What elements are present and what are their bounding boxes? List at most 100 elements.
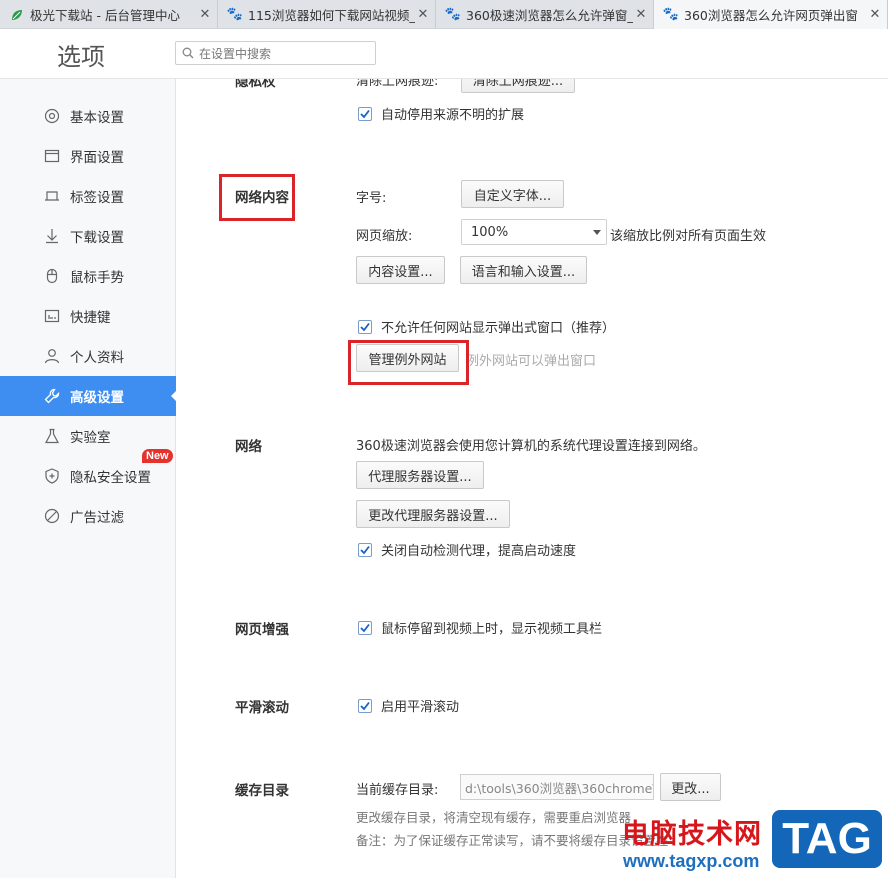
checkbox-label: 不允许任何网站显示弹出式窗口（推荐）: [381, 321, 616, 336]
close-icon[interactable]: ✕: [197, 7, 213, 22]
checkbox-checked-icon: [358, 620, 372, 635]
custom-font-button[interactable]: 自定义字体...: [461, 180, 564, 208]
sidebar-item-label: 基本设置: [70, 110, 124, 126]
user-icon: [43, 347, 61, 365]
clear-traces-label: 清除上网痕迹:: [356, 79, 439, 89]
tab-title: 360极速浏览器怎么允许弹窗_: [466, 8, 633, 23]
sidebar-item-label: 鼠标手势: [70, 270, 124, 286]
sidebar-item-advanced[interactable]: 高级设置: [0, 376, 177, 416]
checkbox-label: 关闭自动检测代理，提高启动速度: [381, 544, 577, 559]
search-placeholder: 在设置中搜索: [199, 46, 272, 61]
video-toolbar-checkbox[interactable]: 鼠标停留到视频上时，显示视频工具栏: [358, 618, 602, 637]
download-icon: [43, 227, 61, 245]
sidebar-item-label: 实验室: [70, 430, 111, 446]
window-icon: [43, 147, 61, 165]
highlight-box: [348, 340, 469, 385]
content-settings-button[interactable]: 内容设置...: [356, 256, 445, 284]
block-icon: [43, 507, 61, 525]
current-cache-label: 当前缓存目录:: [356, 783, 439, 798]
checkbox-label: 鼠标停留到视频上时，显示视频工具栏: [381, 622, 603, 637]
search-input[interactable]: 在设置中搜索: [175, 41, 376, 65]
proxy-settings-button[interactable]: 代理服务器设置...: [356, 461, 484, 489]
close-icon[interactable]: ✕: [867, 7, 883, 22]
watermark-url: www.tagxp.com: [623, 851, 760, 871]
sidebar-item-gesture[interactable]: 鼠标手势: [0, 256, 176, 296]
sidebar-item-label: 标签设置: [70, 190, 124, 206]
exceptions-note: 例外网站可以弹出窗口: [466, 354, 597, 369]
auto-disable-ext-checkbox[interactable]: 自动停用来源不明的扩展: [358, 104, 524, 123]
tab-icon: [43, 187, 61, 205]
smooth-scroll-checkbox[interactable]: 启用平滑滚动: [358, 696, 459, 715]
clear-traces-button[interactable]: 清除上网痕迹...: [461, 79, 575, 93]
close-icon[interactable]: ✕: [415, 7, 431, 22]
search-icon: [182, 47, 194, 59]
sidebar-item-label: 快捷键: [70, 310, 111, 326]
page-title: 选项: [57, 43, 105, 71]
shield-icon: [43, 467, 61, 485]
checkbox-checked-icon: [358, 106, 372, 121]
checkbox-checked-icon: [358, 698, 372, 713]
sidebar-item-label: 隐私安全设置: [70, 470, 151, 486]
checkbox-checked-icon: [358, 319, 372, 334]
settings-main: 隐私权 清除上网痕迹: 清除上网痕迹... 自动停用来源不明的扩展 网络内容 字…: [177, 79, 888, 878]
checkbox-label: 启用平滑滚动: [381, 700, 460, 715]
sidebar-item-shortcuts[interactable]: 快捷键: [0, 296, 176, 336]
section-label-enhance: 网页增强: [235, 622, 289, 638]
watermark-logo: TAG: [772, 810, 882, 868]
close-icon[interactable]: ✕: [633, 7, 649, 22]
mouse-icon: [43, 267, 61, 285]
sidebar-item-tabs[interactable]: 标签设置: [0, 176, 176, 216]
gear-icon: [43, 107, 61, 125]
section-label-smooth: 平滑滚动: [235, 700, 289, 716]
change-cache-button[interactable]: 更改...: [660, 773, 721, 801]
zoom-label: 网页缩放:: [356, 229, 413, 244]
disable-auto-detect-checkbox[interactable]: 关闭自动检测代理，提高启动速度: [358, 540, 576, 559]
sidebar-item-label: 下载设置: [70, 230, 124, 246]
checkbox-checked-icon: [358, 542, 372, 557]
wrench-icon: [43, 387, 61, 405]
section-label-network: 网络: [235, 439, 262, 455]
leaf-icon: [10, 8, 24, 22]
tab-1[interactable]: 极光下载站 - 后台管理中心 ✕: [0, 0, 218, 29]
tab-2[interactable]: 🐾 115浏览器如何下载网站视频_ ✕: [218, 0, 436, 29]
zoom-note: 该缩放比例对所有页面生效: [610, 229, 767, 244]
tab-4[interactable]: 🐾 360浏览器怎么允许网页弹出窗 ✕: [654, 0, 888, 29]
paw-icon: 🐾: [226, 7, 244, 22]
font-size-label: 字号:: [356, 191, 387, 206]
browser-tab-strip: 极光下载站 - 后台管理中心 ✕ 🐾 115浏览器如何下载网站视频_ ✕ 🐾 3…: [0, 0, 888, 29]
cache-note: 更改缓存目录，将清空现有缓存，需要重启浏览器: [356, 810, 632, 825]
checkbox-label: 自动停用来源不明的扩展: [381, 108, 525, 123]
sidebar-item-label: 界面设置: [70, 150, 124, 166]
sidebar-item-label: 高级设置: [70, 390, 124, 406]
zoom-value: 100%: [471, 224, 509, 240]
tab-title: 极光下载站 - 后台管理中心: [30, 8, 180, 23]
language-input-settings-button[interactable]: 语言和输入设置...: [460, 256, 587, 284]
no-popup-checkbox[interactable]: 不允许任何网站显示弹出式窗口（推荐）: [358, 317, 615, 336]
tab-title: 115浏览器如何下载网站视频_: [248, 8, 415, 23]
section-label-privacy: 隐私权: [235, 79, 276, 90]
sidebar-item-download[interactable]: 下载设置: [0, 216, 176, 256]
zoom-select[interactable]: 100%: [461, 219, 607, 245]
tab-3[interactable]: 🐾 360极速浏览器怎么允许弹窗_ ✕: [436, 0, 654, 29]
tab-title: 360浏览器怎么允许网页弹出窗: [684, 8, 858, 23]
sidebar-item-profile[interactable]: 个人资料: [0, 336, 176, 376]
section-label-cache: 缓存目录: [235, 783, 289, 799]
paw-icon: 🐾: [444, 7, 462, 22]
network-description: 360极速浏览器会使用您计算机的系统代理设置连接到网络。: [356, 439, 706, 454]
options-header: 选项 在设置中搜索: [0, 29, 888, 79]
sidebar-item-adblock[interactable]: 广告过滤: [0, 496, 176, 536]
new-badge: New: [142, 449, 173, 463]
sidebar-item-interface[interactable]: 界面设置: [0, 136, 176, 176]
sidebar-item-privacy[interactable]: 隐私安全设置 New: [0, 449, 176, 496]
sidebar-item-basic[interactable]: 基本设置: [0, 96, 176, 136]
cache-path-field: d:\tools\360浏览器\360chrome\c: [460, 774, 654, 800]
sidebar-item-label: 个人资料: [70, 350, 124, 366]
highlight-box: [219, 174, 295, 221]
flask-icon: [43, 427, 61, 445]
watermark-text: 电脑技术网: [622, 819, 762, 850]
paw-icon: 🐾: [662, 7, 680, 22]
sidebar-item-label: 广告过滤: [70, 510, 124, 526]
sidebar: 基本设置 界面设置 标签设置 下载设置 鼠标手势 快捷键 个人资料 高级设置 实…: [0, 79, 177, 878]
chevron-down-icon: [593, 230, 601, 235]
change-proxy-button[interactable]: 更改代理服务器设置...: [356, 500, 510, 528]
